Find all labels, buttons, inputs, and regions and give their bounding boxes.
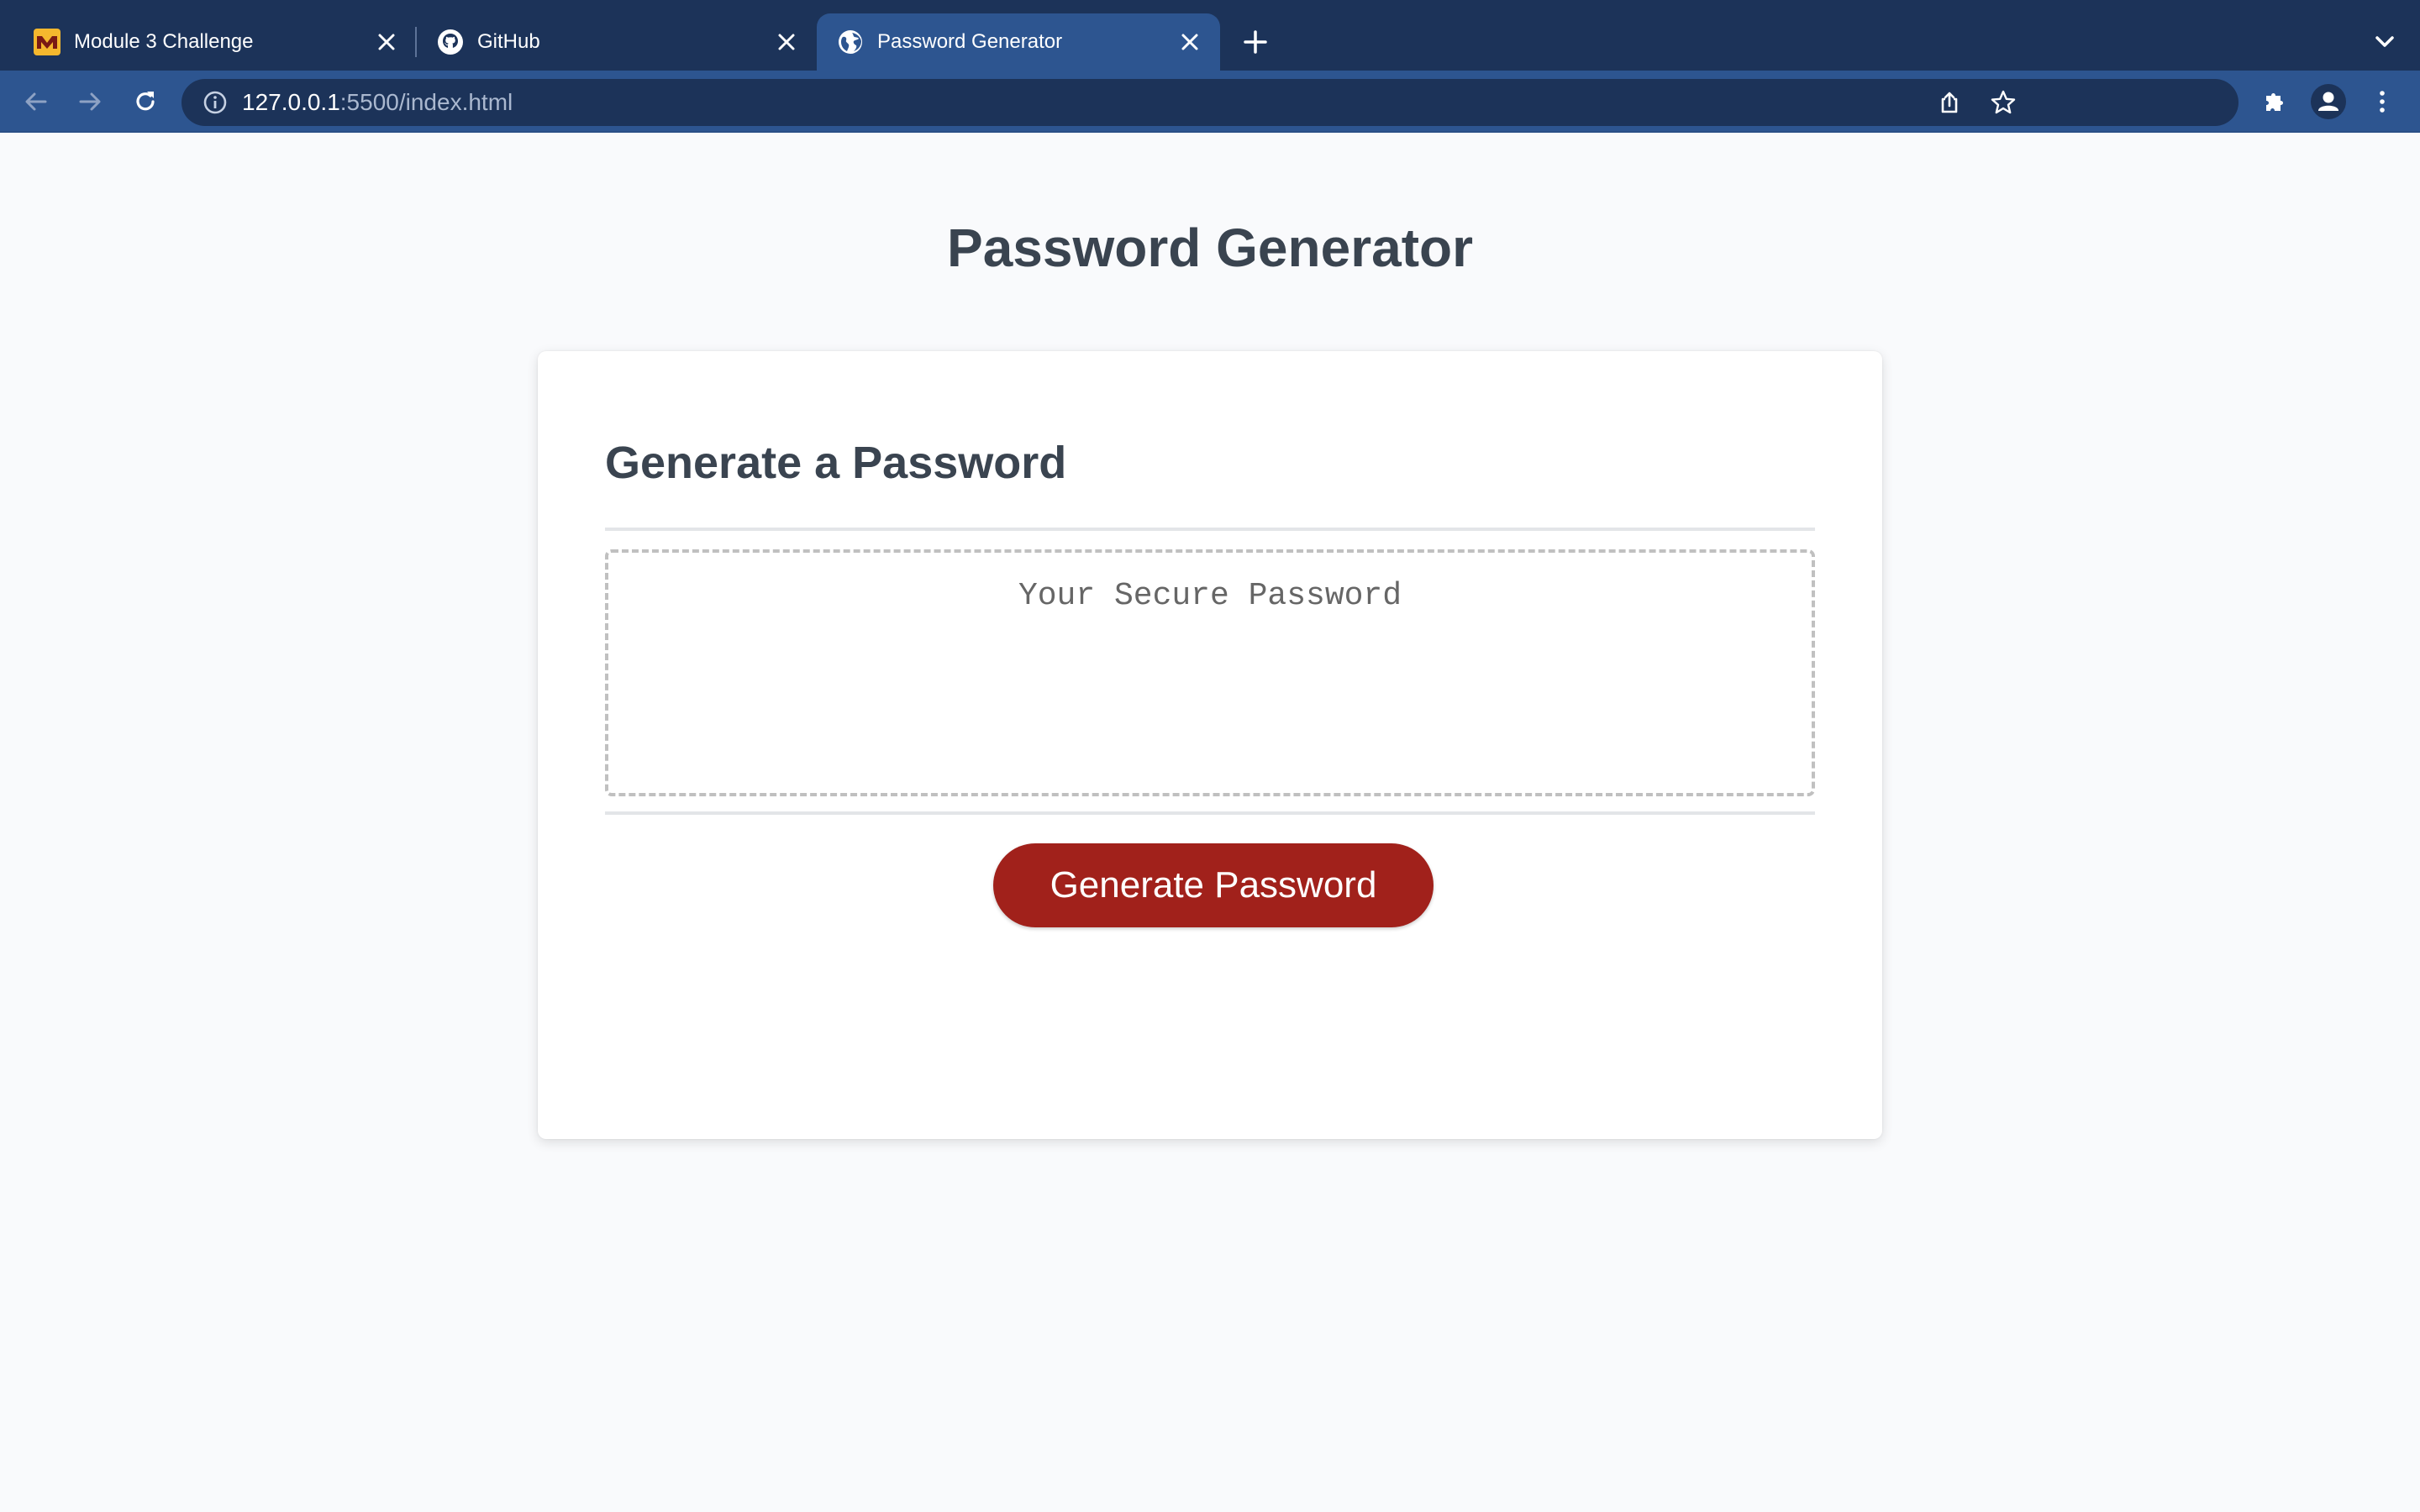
puzzle-icon xyxy=(2266,93,2283,111)
url-host: 127.0.0.1 xyxy=(242,89,340,115)
reload-icon xyxy=(136,92,155,111)
bookmark-button[interactable] xyxy=(1983,82,2023,123)
browser-toolbar: 127.0.0.1:5500/index.html xyxy=(0,71,2420,133)
generate-password-button[interactable]: Generate Password xyxy=(993,843,1434,927)
card-footer-divider xyxy=(605,811,1815,815)
password-card: Generate a Password Generate Password xyxy=(538,351,1882,1139)
new-tab-button[interactable] xyxy=(1237,24,1274,60)
plus-icon xyxy=(1244,30,1267,54)
kebab-menu-icon xyxy=(2380,91,2385,113)
tab-github[interactable]: GitHub xyxy=(417,13,817,71)
tab-title: Password Generator xyxy=(877,30,1063,53)
url-path: :5500/index.html xyxy=(339,89,513,115)
arrow-right-icon xyxy=(79,92,101,111)
share-icon xyxy=(1941,92,1958,113)
forward-button[interactable] xyxy=(69,81,111,123)
back-button[interactable] xyxy=(15,81,57,123)
card-header: Generate a Password xyxy=(605,438,1067,488)
info-icon[interactable] xyxy=(200,87,230,118)
password-output[interactable] xyxy=(605,549,1815,796)
extensions-button[interactable] xyxy=(2254,81,2296,123)
tab-title: GitHub xyxy=(477,30,540,53)
arrow-left-icon xyxy=(25,92,47,111)
tab-module-3-challenge[interactable]: Module 3 Challenge xyxy=(13,13,417,71)
close-tab-icon[interactable] xyxy=(770,25,803,59)
browser-tabstrip: Module 3 Challenge GitHub Password Gener… xyxy=(0,0,2420,71)
tab-password-generator[interactable]: Password Generator xyxy=(817,13,1220,71)
page-content: Password Generator Generate a Password G… xyxy=(0,133,2420,1512)
close-tab-icon[interactable] xyxy=(1173,25,1207,59)
address-bar[interactable]: 127.0.0.1:5500/index.html xyxy=(182,79,2238,126)
card-header-divider xyxy=(605,528,1815,531)
share-button[interactable] xyxy=(1929,82,1970,123)
tab-search-button[interactable] xyxy=(2366,24,2403,60)
close-tab-icon[interactable] xyxy=(370,25,403,59)
module-logo-icon xyxy=(34,29,60,55)
chevron-down-icon xyxy=(2375,36,2394,47)
profile-button[interactable] xyxy=(2307,81,2349,123)
globe-icon xyxy=(839,30,862,54)
reload-button[interactable] xyxy=(124,81,166,123)
avatar-icon xyxy=(2311,84,2346,119)
page-title: Password Generator xyxy=(947,218,1473,278)
github-icon xyxy=(438,29,463,55)
tab-title: Module 3 Challenge xyxy=(74,30,254,53)
url-text: 127.0.0.1:5500/index.html xyxy=(242,89,513,116)
browser-menu-button[interactable] xyxy=(2361,81,2403,123)
star-icon xyxy=(1991,90,2016,114)
